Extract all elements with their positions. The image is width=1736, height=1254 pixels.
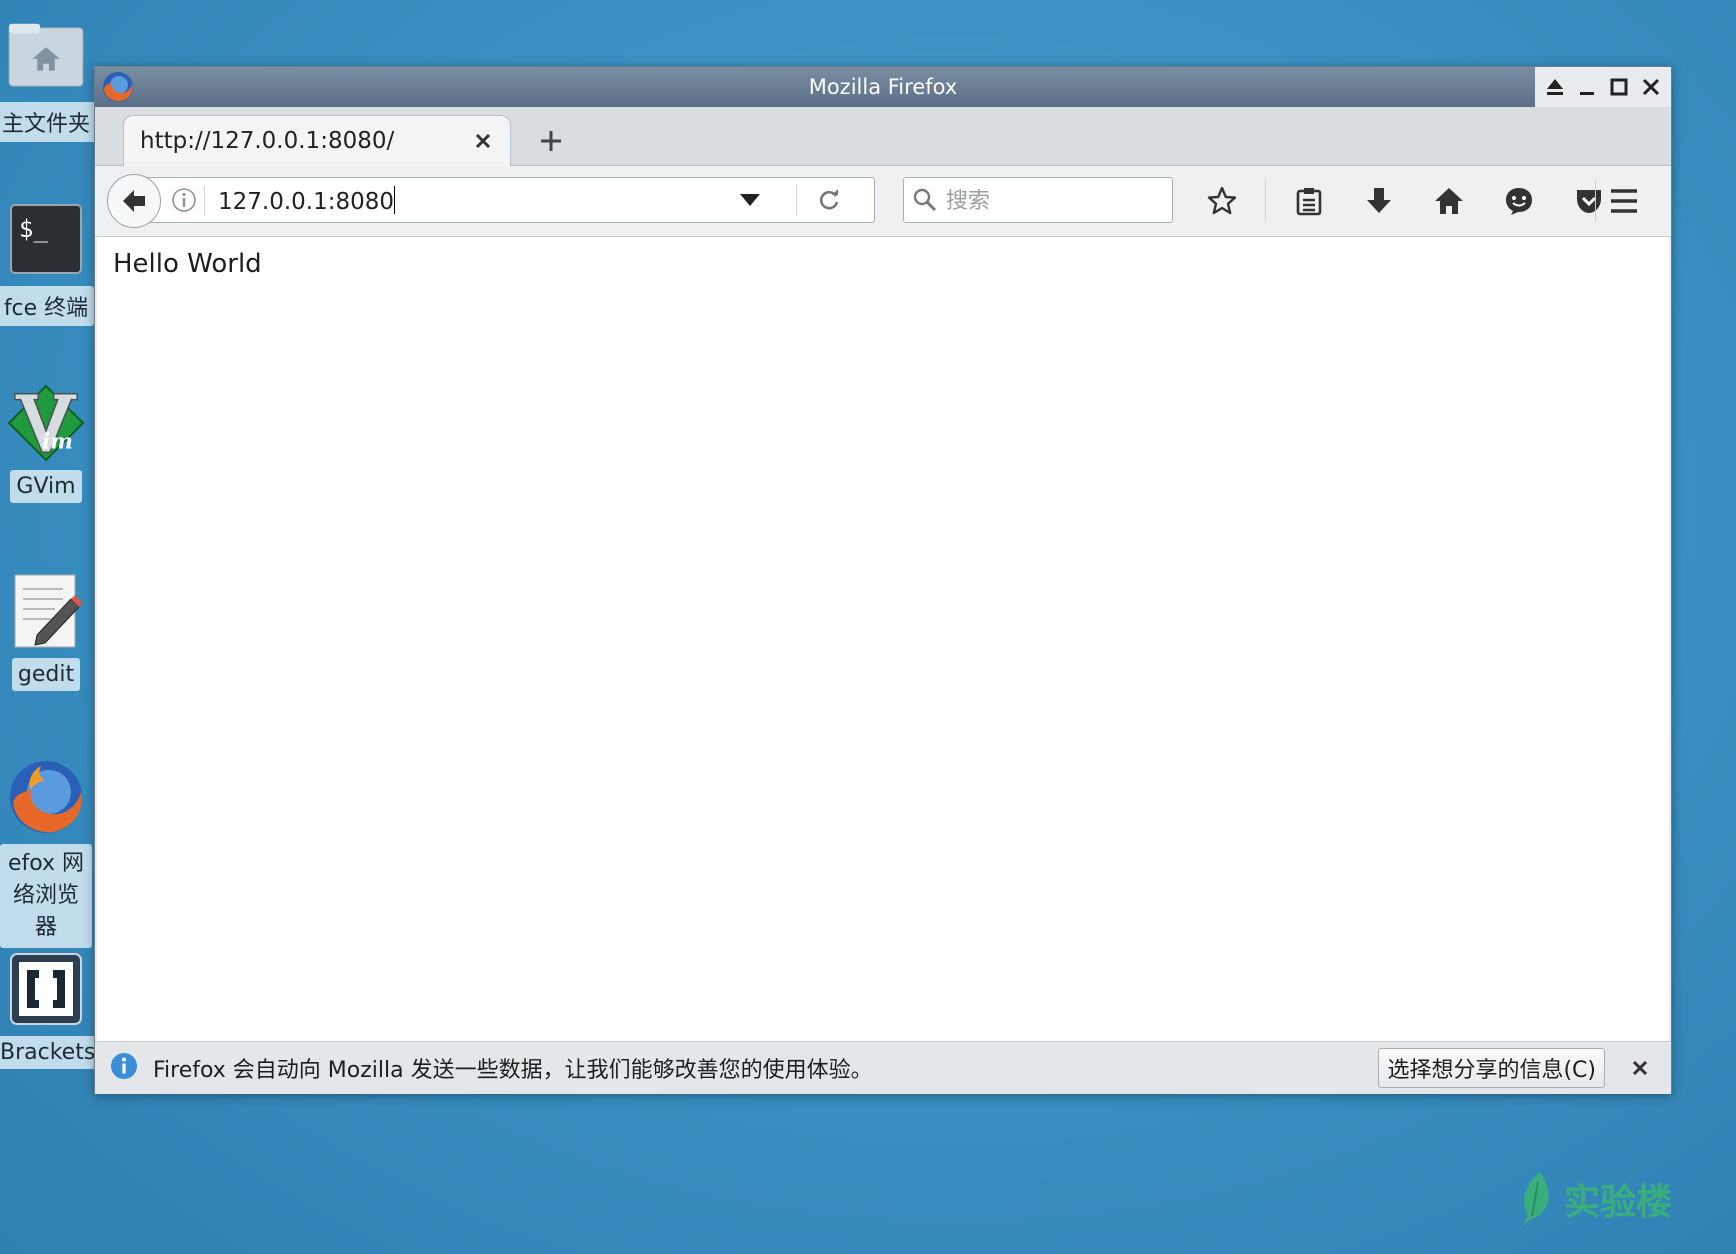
search-bar[interactable]: [903, 177, 1173, 223]
notification-bar: Firefox 会自动向 Mozilla 发送一些数据，让我们能够改善您的使用体…: [95, 1041, 1671, 1094]
firefox-window: Mozilla Firefox http://127.0.0.1:8080/ 1…: [94, 66, 1672, 1094]
firefox-logo-icon: [101, 70, 135, 108]
firefox-icon: [7, 758, 85, 836]
close-notification-button[interactable]: [1625, 1053, 1655, 1083]
terminal-icon: $_: [7, 200, 85, 278]
dropdown-triangle-icon: [740, 194, 760, 206]
download-arrow-icon: [1367, 188, 1391, 213]
bookmarks-menu-button[interactable]: [1274, 180, 1344, 222]
leaf-logo-icon: [1522, 1172, 1549, 1226]
url-separator: [204, 186, 205, 216]
back-button[interactable]: [107, 174, 161, 228]
plus-icon: [541, 131, 561, 151]
desktop-icon-label: fce 终端: [0, 286, 95, 326]
url-bar[interactable]: 127.0.0.1:8080: [145, 177, 875, 223]
close-icon: [475, 133, 491, 149]
page-body-text: Hello World: [113, 249, 262, 279]
close-icon: [1642, 78, 1660, 96]
tab-title: http://127.0.0.1:8080/: [140, 128, 395, 154]
desktop-icon-home-folder[interactable]: 主文件夹: [0, 16, 97, 142]
url-separator: [796, 184, 797, 216]
shade-button[interactable]: [1543, 75, 1567, 99]
back-arrow-icon: [123, 190, 145, 212]
home-button[interactable]: [1414, 180, 1484, 222]
desktop-icon-firefox[interactable]: efox 网络浏览器: [0, 758, 92, 948]
minimize-button[interactable]: [1575, 75, 1599, 99]
eject-icon: [1547, 79, 1563, 95]
svg-text:im: im: [42, 429, 73, 454]
hamburger-menu-icon: [1611, 189, 1637, 213]
desktop-icon-label: GVim: [10, 470, 82, 503]
desktop-icon-brackets[interactable]: Brackets: [0, 950, 98, 1069]
toolbar-separator: [1265, 180, 1266, 220]
open-menu-button[interactable]: [1595, 180, 1652, 222]
home-folder-icon: [7, 16, 85, 94]
new-tab-button[interactable]: [531, 121, 571, 161]
site-info-icon[interactable]: [170, 186, 198, 218]
clipboard-icon: [1296, 188, 1322, 216]
desktop-icon-label: efox 网络浏览器: [0, 844, 92, 948]
desktop-icon-gedit[interactable]: gedit: [0, 572, 92, 691]
desktop-icon-gvim[interactable]: im GVim: [0, 384, 92, 503]
choose-data-share-button[interactable]: 选择想分享的信息(C): [1378, 1048, 1605, 1088]
desktop-icon-label: gedit: [11, 658, 81, 691]
desktop-icon-label: Brackets: [0, 1036, 98, 1069]
close-icon: [1632, 1060, 1648, 1076]
tab-strip: http://127.0.0.1:8080/: [95, 107, 1671, 166]
shiyanlou-watermark: 实验楼: [1518, 1170, 1672, 1228]
text-editor-icon: [7, 572, 85, 650]
reload-button[interactable]: [816, 187, 842, 217]
search-icon: [912, 187, 938, 217]
url-history-dropdown[interactable]: [738, 190, 762, 214]
tab-localhost[interactable]: http://127.0.0.1:8080/: [123, 115, 511, 166]
vim-icon: im: [7, 384, 85, 462]
close-window-button[interactable]: [1639, 75, 1663, 99]
reload-icon: [819, 189, 839, 210]
brackets-icon: [7, 950, 85, 1028]
window-title: Mozilla Firefox: [808, 75, 958, 99]
info-icon: [109, 1051, 139, 1085]
maximize-icon: [1610, 78, 1628, 96]
close-tab-button[interactable]: [466, 124, 500, 158]
text-caret: [394, 186, 396, 214]
search-input[interactable]: [944, 182, 1168, 220]
maximize-button[interactable]: [1607, 75, 1631, 99]
page-content[interactable]: Hello World: [97, 237, 1669, 1041]
toolbar-buttons: [1187, 180, 1624, 222]
url-input[interactable]: 127.0.0.1:8080: [218, 186, 396, 215]
navigation-toolbar: 127.0.0.1:8080: [95, 166, 1671, 237]
downloads-button[interactable]: [1344, 180, 1414, 222]
title-bar[interactable]: Mozilla Firefox: [95, 67, 1671, 107]
star-icon: [1207, 186, 1237, 215]
hello-chat-button[interactable]: [1484, 180, 1554, 222]
url-text: 127.0.0.1:8080: [218, 189, 395, 215]
desktop-icon-terminal[interactable]: $_ fce 终端: [0, 200, 95, 326]
minimize-icon: [1580, 92, 1594, 95]
bookmark-star-button[interactable]: [1187, 180, 1257, 222]
notification-message: Firefox 会自动向 Mozilla 发送一些数据，让我们能够改善您的使用体…: [153, 1058, 873, 1083]
svg-text:$_: $_: [19, 215, 48, 243]
watermark-text: 实验楼: [1564, 1182, 1673, 1223]
window-controls: [1535, 67, 1671, 107]
home-icon: [1435, 188, 1463, 214]
smiley-chat-icon: [1506, 188, 1532, 215]
desktop-icon-label: 主文件夹: [0, 102, 97, 142]
